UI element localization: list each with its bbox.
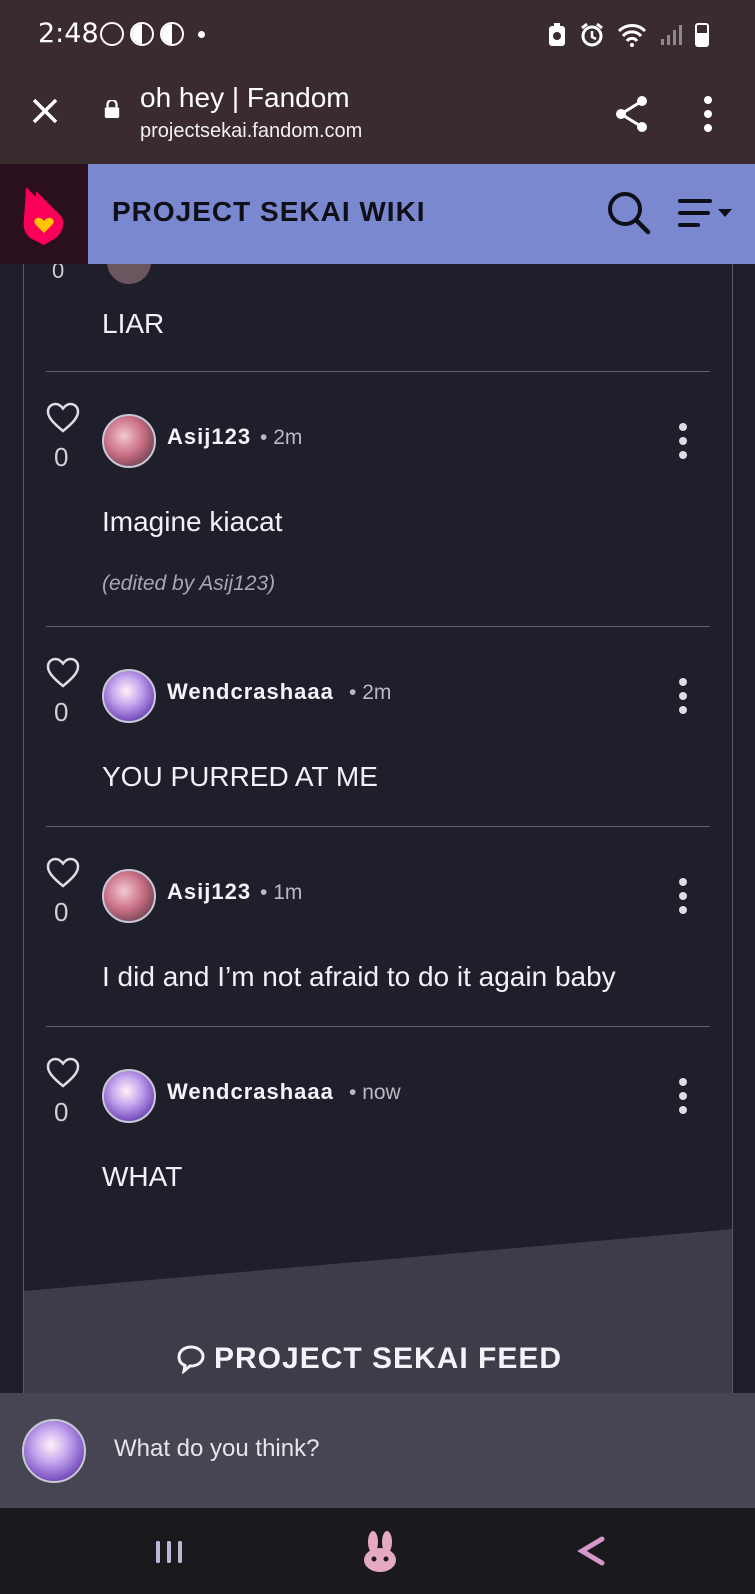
home-bunny-icon[interactable] [362,1530,398,1572]
comment-time: • 1m [260,881,303,904]
comment-author[interactable]: Wendcrashaaa [167,1079,334,1105]
divider [46,371,710,372]
system-nav-bar [0,1508,755,1594]
fandom-logo[interactable] [0,164,88,264]
music-app-icon [130,22,154,46]
divider [46,1026,710,1027]
like-heart-icon[interactable] [46,857,80,889]
search-icon[interactable] [606,190,652,236]
avatar[interactable] [102,414,156,468]
comment-composer[interactable]: What do you think? [0,1393,755,1508]
comment-text: Imagine kiacat [102,506,283,537]
close-icon[interactable] [28,94,62,128]
comment-text: I did and I’m not afraid to do it again … [102,961,616,992]
comment-time: • 2m [349,681,392,704]
comment-time: • 2m [260,426,303,449]
divider [46,826,710,827]
like-count: 0 [54,1097,69,1127]
my-avatar [22,1419,86,1483]
signal-icon [661,25,682,45]
comment-options-icon[interactable] [678,877,688,915]
comment-author[interactable]: Asij123 [167,879,251,905]
avatar[interactable] [102,1069,156,1123]
comment-options-icon[interactable] [678,677,688,715]
comment-author[interactable]: Wendcrashaaa [167,679,334,705]
wiki-title[interactable]: PROJECT SEKAI WIKI [112,196,426,228]
comment-text: YOU PURRED AT ME [102,761,378,792]
threads-icon [100,22,124,46]
status-bar: 2:48 [0,0,755,70]
comment-time-value: 1m [273,881,303,904]
feed-title: PROJECT SEKAI FEED [214,1342,563,1375]
share-icon[interactable] [612,94,652,134]
more-options-icon[interactable] [700,94,716,134]
comment-text: LIAR [102,308,165,339]
comment-time-value: 2m [362,681,392,704]
like-count: 0 [52,264,65,283]
comment-time-value: now [362,1081,401,1104]
feed-heading[interactable]: PROJECT SEKAI FEED [176,1342,562,1376]
recent-apps-icon[interactable] [154,1538,184,1566]
comment-input[interactable]: What do you think? [114,1435,319,1463]
system-icons [547,22,709,48]
wiki-menu-icon[interactable] [678,197,738,231]
comment-thread: 0 LIAR 0 Asij123 • 2m Imagine kiacat (ed… [23,264,733,1394]
status-time: 2:48 [38,18,99,49]
comment-time-value: 2m [273,426,303,449]
alarm-icon [581,22,603,47]
page-title[interactable]: oh hey | Fandom [140,82,350,114]
notification-icons [100,22,205,46]
wiki-header: PROJECT SEKAI WIKI [0,164,755,264]
browser-toolbar: oh hey | Fandom projectsekai.fandom.com [0,70,755,164]
divider [46,626,710,627]
like-heart-icon[interactable] [46,657,80,689]
comment-options-icon[interactable] [678,1077,688,1115]
battery-icon [695,23,709,47]
avatar[interactable] [102,869,156,923]
speech-bubble-icon [177,1345,205,1374]
comment-author[interactable]: Asij123 [167,424,251,450]
wifi-icon [617,24,647,47]
page-domain[interactable]: projectsekai.fandom.com [140,120,362,143]
comment-text: WHAT [102,1161,183,1192]
like-count: 0 [54,442,69,472]
fandom-flame-icon [23,187,64,245]
edited-note: (edited by Asij123) [102,572,276,595]
battery-saver-icon [549,23,565,46]
avatar[interactable] [107,264,151,284]
more-notifications-dot-icon [198,30,205,38]
comment-options-icon[interactable] [678,422,688,460]
avatar[interactable] [102,669,156,723]
like-count: 0 [54,897,69,927]
lock-icon [104,100,120,118]
like-heart-icon[interactable] [46,1057,80,1089]
music-app-icon-2 [160,22,184,46]
comment-time: • now [349,1081,401,1104]
like-heart-icon[interactable] [46,402,80,434]
like-count: 0 [54,697,69,727]
back-icon[interactable] [576,1534,606,1568]
